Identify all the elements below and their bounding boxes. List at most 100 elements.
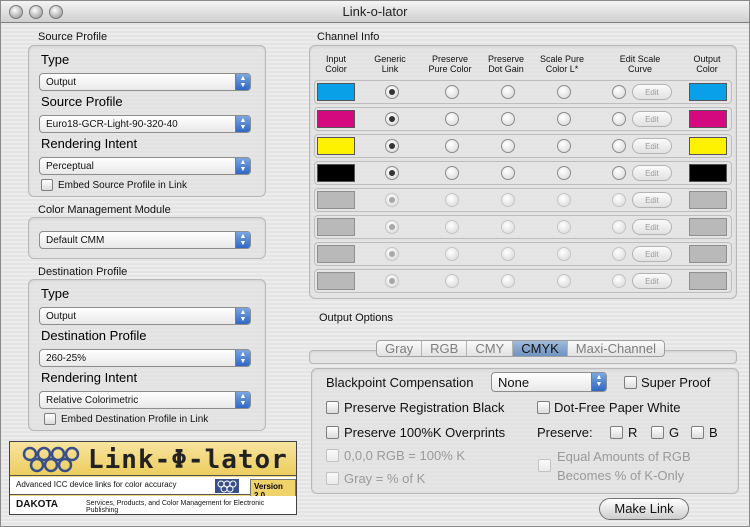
input-color-swatch[interactable] [317,245,355,263]
tab-maxi-channel[interactable]: Maxi-Channel [568,341,664,356]
scale-pure-color-radio[interactable] [557,85,571,99]
rgb-100k-checkbox[interactable] [326,449,339,462]
edit-curve-button[interactable]: Edit [632,219,672,235]
channel-row: Edit [314,269,732,293]
popup-arrows-icon: ▲ ▼ [235,350,250,366]
preserve-dot-gain-radio[interactable] [501,112,515,126]
destination-type-popup[interactable]: Output ▲ ▼ [39,307,251,325]
source-profile-title: Source Profile [38,31,108,43]
cmm-popup[interactable]: Default CMM ▲ ▼ [39,231,251,249]
preserve-b-checkbox[interactable] [691,426,704,439]
preserve-pure-color-radio[interactable] [445,247,459,261]
rgb-100k-label: 0,0,0 RGB = 100% K [344,448,466,463]
output-color-swatch[interactable] [689,137,727,155]
super-proof-checkbox[interactable] [624,376,637,389]
blackpoint-popup[interactable]: None ▲ ▼ [491,372,607,392]
destination-intent-popup[interactable]: Relative Colorimetric ▲ ▼ [39,391,251,409]
preserve-pure-color-radio[interactable] [445,220,459,234]
preserve-dot-gain-radio[interactable] [501,220,515,234]
generic-link-radio[interactable] [385,247,399,261]
generic-link-radio[interactable] [385,112,399,126]
scale-pure-color-radio[interactable] [557,112,571,126]
scale-pure-color-radio[interactable] [557,220,571,234]
input-color-swatch[interactable] [317,218,355,236]
preserve-pure-color-radio[interactable] [445,193,459,207]
preserve-pure-color-radio[interactable] [445,274,459,288]
preserve-pure-color-radio[interactable] [445,166,459,180]
generic-link-radio[interactable] [385,220,399,234]
scale-pure-color-radio[interactable] [557,274,571,288]
embed-destination-checkbox[interactable] [44,413,56,425]
scale-pure-color-radio[interactable] [557,166,571,180]
input-color-swatch[interactable] [317,191,355,209]
generic-link-radio[interactable] [385,193,399,207]
output-color-swatch[interactable] [689,164,727,182]
source-type-popup[interactable]: Output ▲ ▼ [39,73,251,91]
edit-curve-button[interactable]: Edit [632,165,672,181]
preserve-100k-checkbox[interactable] [326,426,339,439]
output-color-swatch[interactable] [689,272,727,290]
source-profile-popup[interactable]: Euro18-GCR-Light-90-320-40 ▲ ▼ [39,115,251,133]
gray-pct-checkbox[interactable] [326,472,339,485]
edit-scale-curve-radio[interactable] [612,166,626,180]
preserve-pure-color-radio[interactable] [445,139,459,153]
channel-row: Edit [314,215,732,239]
preserve-pure-color-radio[interactable] [445,85,459,99]
make-link-button[interactable]: Make Link [599,498,689,520]
scale-pure-color-radio[interactable] [557,139,571,153]
tab-rgb[interactable]: RGB [422,341,468,356]
scale-pure-color-radio[interactable] [557,247,571,261]
destination-profile-popup[interactable]: 260-25% ▲ ▼ [39,349,251,367]
generic-link-radio[interactable] [385,139,399,153]
dot-free-checkbox[interactable] [537,401,550,414]
edit-scale-curve-radio[interactable] [612,193,626,207]
input-color-swatch[interactable] [317,164,355,182]
preserve-g-checkbox[interactable] [651,426,664,439]
output-color-swatch[interactable] [689,218,727,236]
edit-curve-button[interactable]: Edit [632,192,672,208]
preserve-dot-gain-radio[interactable] [501,166,515,180]
tab-gray[interactable]: Gray [377,341,423,356]
edit-scale-curve-radio[interactable] [612,139,626,153]
generic-link-radio[interactable] [385,166,399,180]
scale-pure-color-radio[interactable] [557,193,571,207]
input-color-swatch[interactable] [317,137,355,155]
preserve-reg-black-checkbox[interactable] [326,401,339,414]
channel-row: Edit [314,188,732,212]
output-color-swatch[interactable] [689,83,727,101]
cmm-title: Color Management Module [38,204,171,216]
output-color-swatch[interactable] [689,110,727,128]
generic-link-radio[interactable] [385,274,399,288]
preserve-reg-black-label: Preserve Registration Black [344,400,505,415]
input-color-swatch[interactable] [317,83,355,101]
logo-brand: DAKOTA [16,499,59,510]
preserve-r-checkbox[interactable] [610,426,623,439]
edit-scale-curve-radio[interactable] [612,247,626,261]
edit-scale-curve-radio[interactable] [612,85,626,99]
edit-curve-button[interactable]: Edit [632,111,672,127]
preserve-dot-gain-radio[interactable] [501,139,515,153]
edit-curve-button[interactable]: Edit [632,246,672,262]
edit-scale-curve-radio[interactable] [612,220,626,234]
embed-source-checkbox[interactable] [41,179,53,191]
source-intent-popup[interactable]: Perceptual ▲ ▼ [39,157,251,175]
preserve-dot-gain-radio[interactable] [501,274,515,288]
preserve-dot-gain-radio[interactable] [501,85,515,99]
edit-curve-button[interactable]: Edit [632,273,672,289]
tab-cmy[interactable]: CMY [467,341,514,356]
preserve-pure-color-radio[interactable] [445,112,459,126]
output-color-swatch[interactable] [689,191,727,209]
preserve-dot-gain-radio[interactable] [501,193,515,207]
input-color-swatch[interactable] [317,272,355,290]
edit-curve-button[interactable]: Edit [632,138,672,154]
edit-curve-button[interactable]: Edit [632,84,672,100]
preserve-dot-gain-radio[interactable] [501,247,515,261]
generic-link-radio[interactable] [385,85,399,99]
channel-row: Edit [314,107,732,131]
edit-scale-curve-radio[interactable] [612,274,626,288]
edit-scale-curve-radio[interactable] [612,112,626,126]
output-color-swatch[interactable] [689,245,727,263]
equal-amounts-checkbox[interactable] [538,459,551,472]
input-color-swatch[interactable] [317,110,355,128]
tab-cmyk[interactable]: CMYK [513,341,568,356]
